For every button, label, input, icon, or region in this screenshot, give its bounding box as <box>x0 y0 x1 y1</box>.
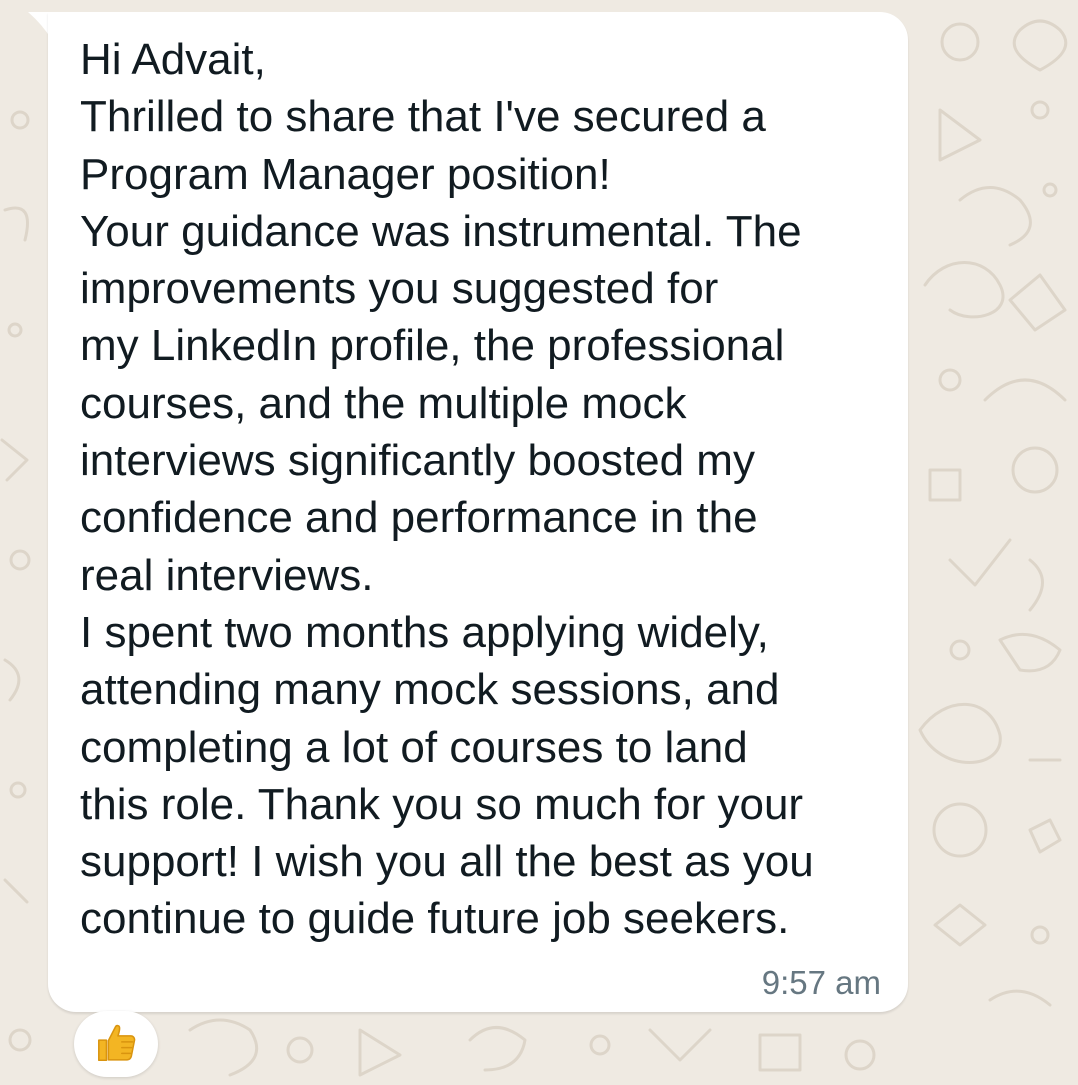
message-line: Thrilled to share that I've secured a <box>80 92 766 142</box>
message-line: Your guidance was instrumental. The <box>80 206 802 256</box>
message-line: interviews significantly boosted my <box>80 436 755 486</box>
message-text: Hi Advait, Thrilled to share that I've s… <box>80 31 895 948</box>
message-timestamp: 9:57 am <box>761 964 881 1001</box>
message-line: confidence and performance in the <box>80 493 758 543</box>
message-line: I spent two months applying widely, <box>80 607 769 657</box>
message-line: courses, and the multiple mock <box>80 378 687 428</box>
message-line: improvements you suggested for <box>80 264 719 314</box>
message-line: Program Manager position! <box>80 149 611 199</box>
thumbs-up-icon <box>98 1024 136 1062</box>
message-line: Hi Advait, <box>80 35 266 84</box>
message-reaction[interactable] <box>74 1011 158 1077</box>
message-line: this role. Thank you so much for your <box>80 779 804 829</box>
message-line: my LinkedIn profile, the professional <box>80 321 785 371</box>
message-line: completing a lot of courses to land <box>80 722 748 772</box>
message-line: real interviews. <box>80 550 374 600</box>
message-line: attending many mock sessions, and <box>80 665 780 715</box>
message-line: support! I wish you all the best as you <box>80 837 814 887</box>
message-line: continue to guide future job seekers. <box>80 894 790 944</box>
